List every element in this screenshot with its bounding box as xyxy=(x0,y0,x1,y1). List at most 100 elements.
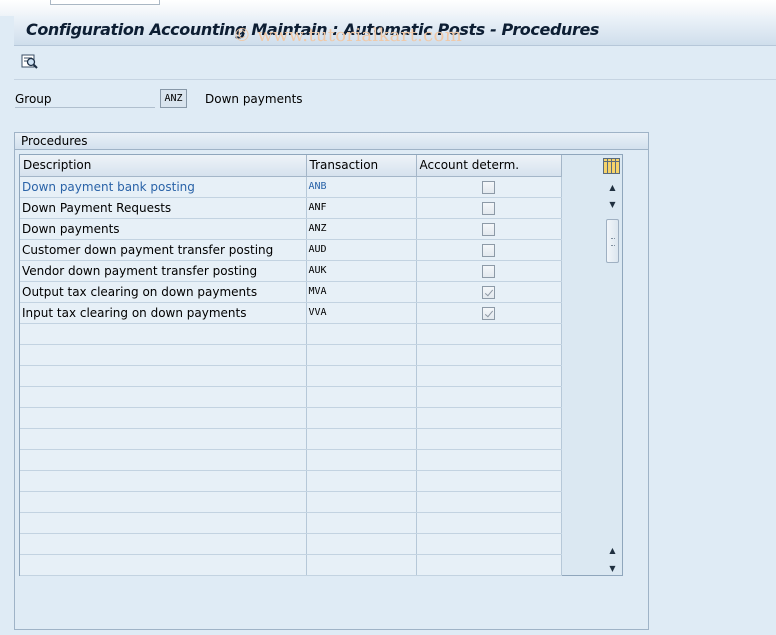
procedures-panel-title: Procedures xyxy=(15,133,648,150)
cell-account-determ xyxy=(416,281,562,303)
empty-cell[interactable] xyxy=(306,512,417,534)
empty-cell[interactable] xyxy=(20,449,307,471)
empty-cell[interactable] xyxy=(306,533,417,555)
empty-cell[interactable] xyxy=(20,470,307,492)
cell-transaction[interactable]: MVA xyxy=(306,281,417,303)
table-row[interactable]: Vendor down payment transfer posting AUK xyxy=(20,260,562,282)
empty-table-row[interactable] xyxy=(20,323,562,345)
cell-transaction[interactable]: VVA xyxy=(306,302,417,324)
empty-cell[interactable] xyxy=(416,470,562,492)
empty-cell[interactable] xyxy=(306,344,417,366)
empty-table-row[interactable] xyxy=(20,470,562,492)
empty-table-row[interactable] xyxy=(20,386,562,408)
empty-cell[interactable] xyxy=(306,449,417,471)
top-strip xyxy=(0,0,776,16)
cell-transaction[interactable]: AUD xyxy=(306,239,417,261)
empty-cell[interactable] xyxy=(306,323,417,345)
empty-cell[interactable] xyxy=(416,365,562,387)
empty-cell[interactable] xyxy=(416,554,562,576)
empty-cell[interactable] xyxy=(20,533,307,555)
account-determ-checkbox[interactable] xyxy=(482,243,495,257)
table-row[interactable]: Output tax clearing on down payments MVA xyxy=(20,281,562,303)
cell-description[interactable]: Output tax clearing on down payments xyxy=(20,281,307,303)
account-determ-checkbox[interactable] xyxy=(482,264,495,278)
empty-cell[interactable] xyxy=(416,449,562,471)
empty-table-row[interactable] xyxy=(20,449,562,471)
table-row[interactable]: Down payment bank posting ANB xyxy=(20,176,562,198)
empty-cell[interactable] xyxy=(416,428,562,450)
cell-account-determ xyxy=(416,302,562,324)
empty-cell[interactable] xyxy=(416,344,562,366)
procedures-table-control: Description Transaction Account determ. … xyxy=(19,154,623,576)
empty-cell[interactable] xyxy=(20,428,307,450)
scroll-page-down-icon[interactable]: ▼ xyxy=(604,560,621,577)
empty-cell[interactable] xyxy=(416,491,562,513)
empty-cell[interactable] xyxy=(20,407,307,429)
scroll-down-icon[interactable]: ▼ xyxy=(604,196,621,213)
empty-cell[interactable] xyxy=(416,323,562,345)
table-settings-icon[interactable] xyxy=(603,158,620,174)
cell-transaction[interactable]: ANZ xyxy=(306,218,417,240)
procedures-panel: Procedures Description Transaction Accou… xyxy=(14,132,649,630)
account-determ-checkbox[interactable] xyxy=(482,285,495,299)
empty-cell[interactable] xyxy=(20,323,307,345)
table-row[interactable]: Customer down payment transfer posting AU… xyxy=(20,239,562,261)
empty-cell[interactable] xyxy=(20,365,307,387)
empty-table-row[interactable] xyxy=(20,491,562,513)
empty-cell[interactable] xyxy=(20,491,307,513)
cell-description[interactable]: Down Payment Requests xyxy=(20,197,307,219)
vertical-scrollbar[interactable]: ▲ ▼ ▲ ▼ xyxy=(604,179,621,576)
empty-cell[interactable] xyxy=(306,428,417,450)
cell-transaction[interactable]: ANF xyxy=(306,197,417,219)
empty-table-row[interactable] xyxy=(20,512,562,534)
cell-description[interactable]: Vendor down payment transfer posting xyxy=(20,260,307,282)
empty-cell[interactable] xyxy=(306,470,417,492)
scroll-up-icon[interactable]: ▲ xyxy=(604,179,621,196)
watermark: © www.tutorialkart.com xyxy=(233,25,463,46)
empty-cell[interactable] xyxy=(306,554,417,576)
empty-cell[interactable] xyxy=(306,491,417,513)
scroll-thumb[interactable] xyxy=(606,219,619,263)
column-header-description[interactable]: Description xyxy=(20,155,307,177)
empty-table-row[interactable] xyxy=(20,428,562,450)
empty-cell[interactable] xyxy=(306,386,417,408)
empty-table-row[interactable] xyxy=(20,533,562,555)
empty-table-row[interactable] xyxy=(20,554,562,576)
column-header-transaction[interactable]: Transaction xyxy=(306,155,417,177)
account-determ-checkbox[interactable] xyxy=(482,306,495,320)
empty-cell[interactable] xyxy=(20,554,307,576)
table-row[interactable]: Input tax clearing on down payments VVA xyxy=(20,302,562,324)
scroll-page-up-icon[interactable]: ▲ xyxy=(604,542,621,559)
account-determ-checkbox[interactable] xyxy=(482,180,495,194)
group-input[interactable]: ANZ xyxy=(160,89,187,108)
empty-cell[interactable] xyxy=(20,344,307,366)
empty-cell[interactable] xyxy=(416,386,562,408)
cell-transaction[interactable]: AUK xyxy=(306,260,417,282)
command-field[interactable] xyxy=(50,0,160,5)
column-header-account-determ[interactable]: Account determ. xyxy=(416,155,562,177)
table-row[interactable]: Down payments ANZ xyxy=(20,218,562,240)
cell-description[interactable]: Down payments xyxy=(20,218,307,240)
detail-button[interactable] xyxy=(20,53,40,71)
empty-table-row[interactable] xyxy=(20,365,562,387)
cell-transaction[interactable]: ANB xyxy=(306,176,417,198)
empty-cell[interactable] xyxy=(416,512,562,534)
cell-description[interactable]: Input tax clearing on down payments xyxy=(20,302,307,324)
empty-cell[interactable] xyxy=(306,407,417,429)
cell-description[interactable]: Customer down payment transfer posting xyxy=(20,239,307,261)
cell-description[interactable]: Down payment bank posting xyxy=(20,176,307,198)
empty-cell[interactable] xyxy=(306,365,417,387)
empty-table-row[interactable] xyxy=(20,344,562,366)
cell-account-determ xyxy=(416,239,562,261)
account-determ-checkbox[interactable] xyxy=(482,201,495,215)
group-underline xyxy=(15,107,155,108)
table-row[interactable]: Down Payment Requests ANF xyxy=(20,197,562,219)
empty-cell[interactable] xyxy=(20,512,307,534)
group-description: Down payments xyxy=(205,92,303,106)
empty-cell[interactable] xyxy=(20,386,307,408)
empty-cell[interactable] xyxy=(416,407,562,429)
empty-table-row[interactable] xyxy=(20,407,562,429)
account-determ-checkbox[interactable] xyxy=(482,222,495,236)
empty-cell[interactable] xyxy=(416,533,562,555)
cell-account-determ xyxy=(416,218,562,240)
